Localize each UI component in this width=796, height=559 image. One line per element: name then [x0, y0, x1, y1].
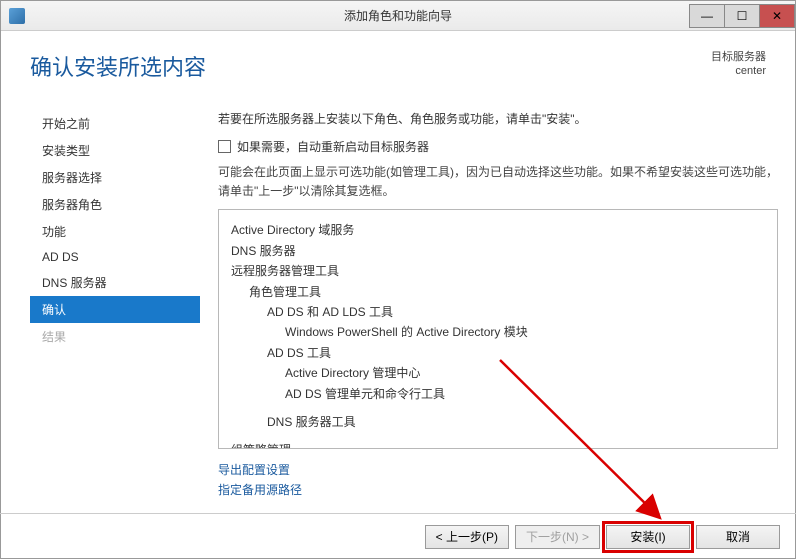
- window-title: 添加角色和功能向导: [344, 7, 452, 24]
- main-content: 若要在所选服务器上安装以下角色、角色服务或功能，请单击"安装"。 如果需要，自动…: [200, 110, 778, 513]
- nav-before-you-begin[interactable]: 开始之前: [30, 110, 200, 137]
- nav-server-selection[interactable]: 服务器选择: [30, 164, 200, 191]
- role-item: DNS 服务器: [231, 241, 765, 261]
- next-button: 下一步(N) >: [515, 525, 600, 549]
- nav-server-roles[interactable]: 服务器角色: [30, 191, 200, 218]
- role-item: AD DS 和 AD LDS 工具: [231, 302, 765, 322]
- optional-features-note: 可能会在此页面上显示可选功能(如管理工具)，因为已自动选择这些功能。如果不希望安…: [218, 163, 778, 201]
- target-server-name: center: [711, 64, 766, 78]
- role-item: AD DS 管理单元和命令行工具: [231, 384, 765, 404]
- alt-source-link[interactable]: 指定备用源路径: [218, 481, 778, 500]
- target-server-block: 目标服务器 center: [711, 50, 766, 82]
- role-item: 组策略管理: [231, 440, 765, 449]
- titlebar: 添加角色和功能向导 — ☐ ✕: [1, 1, 795, 31]
- minimize-button[interactable]: —: [689, 4, 725, 28]
- close-button[interactable]: ✕: [759, 4, 795, 28]
- nav-dns-server[interactable]: DNS 服务器: [30, 269, 200, 296]
- app-icon: [9, 8, 25, 24]
- role-item: 远程服务器管理工具: [231, 261, 765, 281]
- role-item: Active Directory 管理中心: [231, 363, 765, 383]
- auto-restart-label: 如果需要，自动重新启动目标服务器: [237, 138, 429, 155]
- footer: < 上一步(P) 下一步(N) > 安装(I) 取消: [0, 513, 796, 559]
- roles-list: Active Directory 域服务 DNS 服务器 远程服务器管理工具 角…: [218, 209, 778, 449]
- role-item: Active Directory 域服务: [231, 220, 765, 240]
- previous-button[interactable]: < 上一步(P): [425, 525, 509, 549]
- role-item: Windows PowerShell 的 Active Directory 模块: [231, 322, 765, 342]
- header: 确认安装所选内容 目标服务器 center: [30, 50, 766, 82]
- auto-restart-row: 如果需要，自动重新启动目标服务器: [218, 138, 778, 155]
- wizard-sidebar: 开始之前 安装类型 服务器选择 服务器角色 功能 AD DS DNS 服务器 确…: [30, 110, 200, 513]
- auto-restart-checkbox[interactable]: [218, 140, 231, 153]
- page-title: 确认安装所选内容: [30, 50, 206, 82]
- export-config-link[interactable]: 导出配置设置: [218, 461, 778, 480]
- nav-ad-ds[interactable]: AD DS: [30, 245, 200, 269]
- nav-confirmation[interactable]: 确认: [30, 296, 200, 323]
- instruction-text: 若要在所选服务器上安装以下角色、角色服务或功能，请单击"安装"。: [218, 110, 778, 128]
- role-item: DNS 服务器工具: [231, 412, 765, 432]
- links-block: 导出配置设置 指定备用源路径: [218, 461, 778, 499]
- role-item: AD DS 工具: [231, 343, 765, 363]
- cancel-button[interactable]: 取消: [696, 525, 780, 549]
- nav-results: 结果: [30, 323, 200, 350]
- role-item: 角色管理工具: [231, 282, 765, 302]
- nav-install-type[interactable]: 安装类型: [30, 137, 200, 164]
- target-server-label: 目标服务器: [711, 50, 766, 64]
- window-controls: — ☐ ✕: [690, 4, 795, 28]
- install-button[interactable]: 安装(I): [606, 525, 690, 549]
- maximize-button[interactable]: ☐: [724, 4, 760, 28]
- nav-features[interactable]: 功能: [30, 218, 200, 245]
